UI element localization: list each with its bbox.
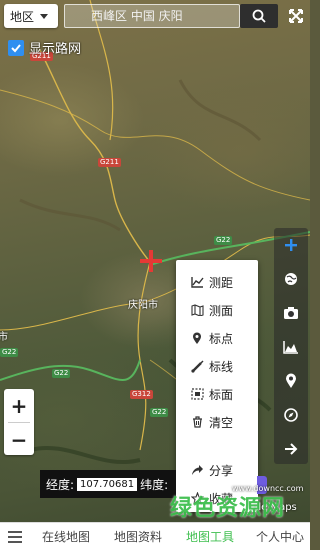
camera-button[interactable]	[274, 296, 308, 330]
road-label: G22	[52, 369, 71, 378]
camera-icon	[284, 307, 298, 319]
menu-item-label: 测面	[209, 303, 234, 318]
mark-line-icon	[190, 359, 204, 373]
chevron-down-icon	[40, 13, 49, 19]
crosshair-icon	[140, 250, 162, 272]
share-icon	[190, 463, 204, 477]
fullscreen-button[interactable]	[284, 4, 308, 28]
road-label: G22	[0, 348, 19, 357]
watermark: 绿色资源网	[170, 496, 286, 521]
coordinate-readout: 经度: 107.70681 纬度:	[40, 470, 176, 498]
measure-distance-icon	[190, 275, 204, 289]
road-network-label: 显示路网	[29, 42, 82, 57]
menu-item-measure-area[interactable]: 测面	[176, 296, 258, 324]
menu-item-label: 标点	[209, 331, 234, 346]
mark-point-icon	[190, 331, 204, 345]
road-label: G312	[130, 390, 153, 399]
trash-icon	[190, 415, 204, 429]
menu-item-label: 标面	[209, 387, 234, 402]
zoom-control: + −	[4, 389, 34, 455]
city-label: 庆阳市	[128, 300, 158, 311]
tools-popup-menu: 测距 测面 标点 标线 标面 清空 分享 收藏	[176, 260, 258, 512]
arrow-right-icon	[285, 443, 298, 455]
location-button[interactable]	[274, 364, 308, 398]
road-label: G22	[150, 408, 169, 417]
road-label: G211	[98, 158, 121, 167]
search-icon	[252, 9, 266, 23]
compass-icon	[284, 408, 298, 422]
tool-column	[274, 228, 308, 464]
menu-item-share[interactable]: 分享	[176, 456, 258, 484]
menu-item-mark-area[interactable]: 标面	[176, 380, 258, 408]
measure-area-icon	[190, 303, 204, 317]
elevation-button[interactable]	[274, 330, 308, 364]
menu-item-label: 分享	[209, 463, 234, 478]
zoom-out-button[interactable]: −	[4, 423, 34, 456]
search-button[interactable]	[240, 4, 278, 28]
location-pin-icon	[286, 373, 296, 388]
latitude-label: 纬度:	[140, 477, 169, 492]
menu-item-clear[interactable]: 清空	[176, 408, 258, 436]
menu-item-label: 测距	[209, 275, 234, 290]
compass-button[interactable]	[274, 398, 308, 432]
road-network-toggle[interactable]: 显示路网	[8, 38, 81, 57]
tab-map-tools[interactable]: 地图工具	[186, 523, 256, 550]
road-label: G22	[214, 236, 233, 245]
mark-area-icon	[190, 387, 204, 401]
menu-item-label: 标线	[209, 359, 234, 374]
elevation-icon	[283, 341, 298, 354]
next-button[interactable]	[274, 432, 308, 466]
check-icon	[11, 43, 21, 52]
tab-personal-center[interactable]: 个人中心	[256, 523, 306, 550]
plus-icon	[285, 239, 297, 251]
menu-item-mark-line[interactable]: 标线	[176, 352, 258, 380]
tab-online-map[interactable]: 在线地图	[42, 523, 114, 550]
add-tool-button[interactable]	[274, 228, 308, 262]
menu-item-measure-distance[interactable]: 测距	[176, 268, 258, 296]
satellite-map[interactable]: G211 G211 G22 G22 G22 G312 G22 庆阳市 市	[0, 0, 310, 522]
zoom-in-button[interactable]: +	[4, 389, 34, 422]
globe-button[interactable]	[274, 262, 308, 296]
checkbox[interactable]	[8, 39, 24, 56]
longitude-value: 107.70681	[77, 477, 138, 491]
tab-map-resources[interactable]: 地图资料	[114, 523, 186, 550]
city-label-fragment: 市	[0, 332, 8, 343]
region-label: 地区	[10, 9, 35, 24]
menu-item-mark-point[interactable]: 标点	[176, 324, 258, 352]
expand-icon	[289, 9, 303, 23]
globe-icon	[285, 273, 297, 285]
region-dropdown[interactable]: 地区	[4, 4, 58, 28]
menu-icon[interactable]	[0, 530, 30, 543]
longitude-label: 经度:	[46, 477, 75, 492]
search-input[interactable]: 西峰区 中国 庆阳	[64, 4, 240, 28]
bottom-navigation: 在线地图 地图资料 地图工具 个人中心	[0, 522, 310, 550]
menu-item-label: 清空	[209, 415, 234, 430]
